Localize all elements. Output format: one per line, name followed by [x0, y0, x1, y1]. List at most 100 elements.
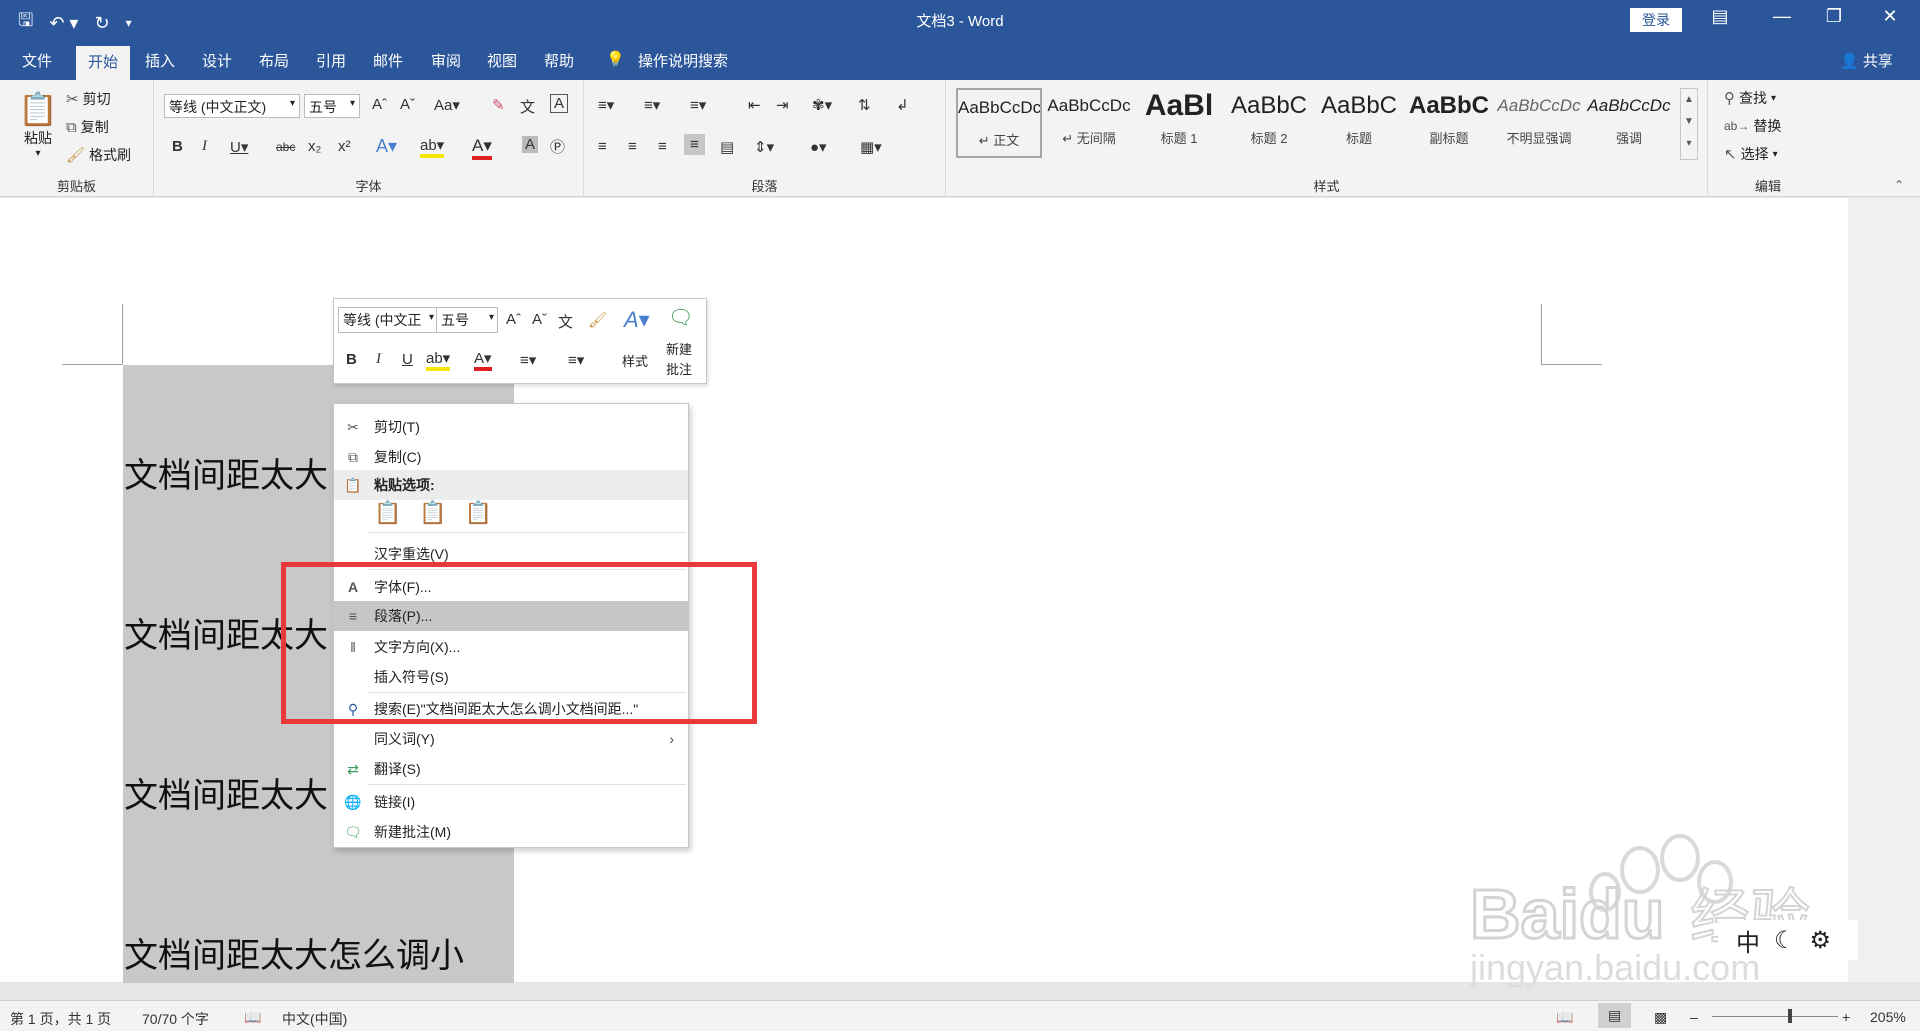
- gear-icon[interactable]: ⚙: [1810, 926, 1832, 955]
- new-comment-icon[interactable]: 🗨: [668, 305, 693, 330]
- distributed-icon[interactable]: ▤: [720, 138, 734, 156]
- tab-references[interactable]: 引用: [316, 50, 346, 71]
- collapse-ribbon-icon[interactable]: ⌃: [1894, 178, 1904, 192]
- font-color-icon[interactable]: A▾: [472, 136, 492, 160]
- select-button[interactable]: ↖ 选择 ▾: [1724, 144, 1778, 164]
- grow-font-icon[interactable]: Aˆ: [372, 96, 387, 113]
- tab-help[interactable]: 帮助: [544, 50, 574, 71]
- decrease-indent-icon[interactable]: ⇤: [748, 96, 761, 114]
- menu-item-translate[interactable]: ⇄ 翻译(S): [334, 754, 688, 784]
- zoom-in-icon[interactable]: +: [1842, 1009, 1850, 1025]
- paste-text-only-icon[interactable]: 📋: [465, 500, 492, 526]
- mini-font-size-combo[interactable]: 五号 ▾: [436, 307, 498, 333]
- vertical-scrollbar[interactable]: [1848, 198, 1920, 982]
- numbering-icon[interactable]: ≡▾: [644, 96, 660, 114]
- strikethrough-icon[interactable]: abc: [276, 140, 295, 154]
- mini-italic-icon[interactable]: I: [376, 351, 381, 368]
- tab-view[interactable]: 视图: [487, 50, 517, 71]
- tab-file[interactable]: 文件: [22, 50, 52, 71]
- tab-layout[interactable]: 布局: [259, 50, 289, 71]
- italic-icon[interactable]: I: [202, 138, 207, 155]
- mini-underline-icon[interactable]: U: [402, 351, 413, 368]
- close-icon[interactable]: ✕: [1870, 6, 1910, 27]
- character-border-icon[interactable]: A: [550, 94, 569, 113]
- style-title[interactable]: AaBbC 标题: [1316, 88, 1402, 158]
- mini-font-name-combo[interactable]: 等线 (中文正 ▾: [338, 307, 438, 333]
- paste-keep-source-icon[interactable]: 📋: [374, 500, 401, 526]
- paste-button[interactable]: 📋 粘贴 ▾: [16, 90, 60, 159]
- copy-button[interactable]: ⧉ 复制: [66, 117, 109, 137]
- font-name-combo[interactable]: 等线 (中文正文) ▾: [164, 94, 300, 118]
- mini-phonetic-icon[interactable]: 文: [558, 311, 573, 332]
- word-count[interactable]: 70/70 个字: [142, 1009, 209, 1029]
- asian-layout-icon[interactable]: ✾▾: [812, 96, 832, 114]
- menu-item-new-comment[interactable]: 🗨 新建批注(M): [334, 817, 688, 847]
- proofing-icon[interactable]: 📖: [244, 1009, 261, 1026]
- zoom-out-icon[interactable]: –: [1690, 1009, 1698, 1025]
- align-center-icon[interactable]: ≡: [628, 138, 637, 155]
- replace-button[interactable]: ab→ 替换: [1724, 116, 1781, 136]
- mini-font-color-icon[interactable]: A▾: [474, 349, 492, 371]
- sort-icon[interactable]: ⇅: [858, 96, 871, 114]
- justify-icon[interactable]: ≡: [684, 134, 705, 155]
- doc-paragraph-1[interactable]: 文档间距太大: [124, 448, 328, 497]
- find-button[interactable]: ⚲ 查找 ▾: [1724, 88, 1776, 108]
- mini-shrink-font-icon[interactable]: Aˇ: [532, 311, 547, 328]
- mini-bold-icon[interactable]: B: [346, 351, 357, 368]
- menu-item-link[interactable]: 🌐 链接(I): [334, 787, 688, 817]
- text-effects-icon[interactable]: A▾: [376, 136, 397, 157]
- line-spacing-icon[interactable]: ⇕▾: [754, 138, 774, 156]
- shading-icon[interactable]: ●▾: [810, 138, 827, 156]
- format-painter-button[interactable]: 🖌 格式刷: [66, 145, 131, 165]
- moon-icon[interactable]: ☾: [1774, 926, 1796, 955]
- menu-item-cut[interactable]: ✂ 剪切(T): [334, 412, 688, 442]
- align-left-icon[interactable]: ≡: [598, 138, 607, 155]
- mini-bullets-icon[interactable]: ≡▾: [520, 351, 536, 369]
- read-mode-icon[interactable]: 📖: [1556, 1009, 1573, 1026]
- tell-me-search[interactable]: 操作说明搜索: [638, 50, 728, 71]
- tab-design[interactable]: 设计: [202, 50, 232, 71]
- style-heading-2[interactable]: AaBbC 标题 2: [1226, 88, 1312, 158]
- style-heading-1[interactable]: AaBl 标题 1: [1136, 88, 1222, 158]
- styles-scroll[interactable]: ▲ ▼ ▾: [1680, 88, 1698, 160]
- mini-numbering-icon[interactable]: ≡▾: [568, 351, 584, 369]
- shrink-font-icon[interactable]: Aˇ: [400, 96, 415, 113]
- mini-styles-icon[interactable]: A▾: [624, 307, 650, 333]
- highlight-icon[interactable]: ab▾: [420, 136, 445, 158]
- style-no-spacing[interactable]: AaBbCcDc ↵ 无间隔: [1046, 88, 1132, 158]
- login-button[interactable]: 登录: [1630, 8, 1682, 32]
- phonetic-guide-icon[interactable]: 文: [520, 96, 535, 117]
- multilevel-list-icon[interactable]: ≡▾: [690, 96, 706, 114]
- underline-icon[interactable]: U▾: [230, 138, 248, 156]
- tab-home[interactable]: 开始: [76, 46, 131, 80]
- language-indicator[interactable]: 中文(中国): [282, 1009, 347, 1029]
- mini-format-painter-icon[interactable]: 🖌: [588, 311, 607, 329]
- font-size-combo[interactable]: 五号 ▾: [304, 94, 360, 118]
- doc-paragraph-4[interactable]: 文档间距太大怎么调小: [124, 928, 464, 977]
- tab-mailings[interactable]: 邮件: [373, 50, 403, 71]
- zoom-slider[interactable]: [1712, 1016, 1838, 1017]
- paste-merge-format-icon[interactable]: 📋: [419, 500, 446, 526]
- clear-formatting-icon[interactable]: ✎: [492, 96, 505, 114]
- style-normal[interactable]: AaBbCcDc ↵ 正文: [956, 88, 1042, 158]
- bold-icon[interactable]: B: [172, 138, 183, 155]
- style-subtle-emphasis[interactable]: AaBbCcDc 不明显强调: [1496, 88, 1582, 158]
- change-case-icon[interactable]: Aa▾: [434, 96, 460, 114]
- mini-highlight-icon[interactable]: ab▾: [426, 349, 451, 371]
- minimize-icon[interactable]: —: [1762, 6, 1802, 27]
- increase-indent-icon[interactable]: ⇥: [776, 96, 789, 114]
- web-layout-icon[interactable]: ▩: [1654, 1009, 1667, 1026]
- zoom-level[interactable]: 205%: [1870, 1009, 1906, 1025]
- mini-grow-font-icon[interactable]: Aˆ: [506, 311, 521, 328]
- style-emphasis[interactable]: AaBbCcDc 强调: [1586, 88, 1672, 158]
- zoom-slider-thumb[interactable]: [1788, 1009, 1792, 1023]
- page-count[interactable]: 第 1 页，共 1 页: [10, 1009, 111, 1029]
- tab-insert[interactable]: 插入: [145, 50, 175, 71]
- align-right-icon[interactable]: ≡: [658, 138, 667, 155]
- borders-icon[interactable]: ▦▾: [860, 138, 882, 156]
- print-layout-icon[interactable]: ▤: [1598, 1003, 1632, 1028]
- doc-paragraph-3[interactable]: 文档间距太大: [124, 768, 328, 817]
- style-subtitle[interactable]: AaBbC 副标题: [1406, 88, 1492, 158]
- character-shading-icon[interactable]: A: [522, 136, 539, 153]
- cut-button[interactable]: ✂ 剪切: [66, 89, 111, 109]
